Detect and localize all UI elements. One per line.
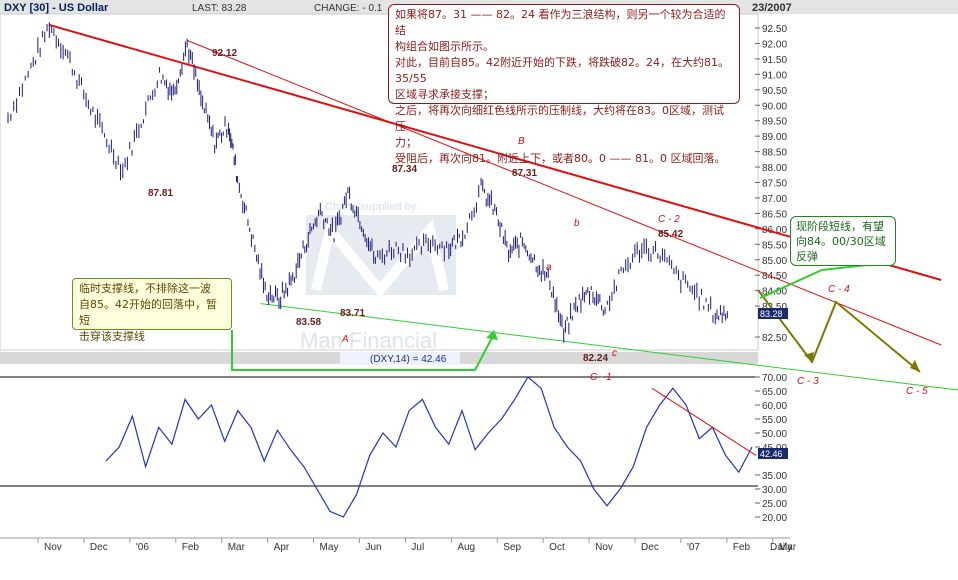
- time-tick-label: Nov: [44, 542, 62, 553]
- price-tick-label: 90.00: [762, 101, 787, 112]
- label-87-81: 87.81: [148, 188, 173, 199]
- time-tick-label: Dec: [641, 542, 659, 553]
- callout-right-line: 现阶段短线，有望: [796, 220, 884, 233]
- price-tick-label: 91.00: [762, 70, 787, 81]
- price-tick-label: 88.50: [762, 148, 787, 159]
- price-tick-label: 85.00: [762, 256, 787, 267]
- callout-support: 临时支撑线，不排除这一波 自85。42开始的回落中，暂短 击穿该支撑线: [72, 278, 232, 343]
- indicator-tick-label: 50.00: [762, 429, 787, 440]
- wave-C4: C - 4: [828, 284, 850, 295]
- time-tick-label: Dec: [90, 542, 108, 553]
- indicator-tick-label: 55.00: [762, 415, 787, 426]
- indicator-tick-label: 60.00: [762, 401, 787, 412]
- price-tick-label: 91.50: [762, 55, 787, 66]
- time-tick-label: Aug: [457, 542, 475, 553]
- wave-A: A: [341, 334, 349, 345]
- price-tick-label: 89.50: [762, 117, 787, 128]
- label-83-71: 83.71: [340, 308, 365, 319]
- label-87-31: 87.31: [512, 168, 537, 179]
- indicator-series: [105, 376, 757, 518]
- price-tick-label: 88.00: [762, 163, 787, 174]
- price-tick-label: 90.50: [762, 86, 787, 97]
- change-value: CHANGE: - 0.1: [314, 3, 383, 14]
- callout-top-line: 之后，将再次向细红色线所示的压制线，大约将在83。0区域，测试压: [395, 104, 724, 133]
- indicator-tick-label: 30.00: [762, 485, 787, 496]
- wave-C3: C - 3: [797, 376, 819, 387]
- time-tick-label: May: [320, 542, 339, 553]
- indicator-last-tag: 42.46: [760, 449, 783, 459]
- price-axis: 92.50 92.00 91.50 91.00 90.50 90.00 89.50 89.00…: [755, 24, 787, 344]
- label-85-42: 85.42: [658, 229, 683, 240]
- callout-rebound: 现阶段短线，有望 向84。00/30区域 反弹: [790, 216, 896, 266]
- dxy-chart: DXY [30] - US Dollar LAST: 83.28 CHANGE:…: [0, 0, 958, 575]
- indicator-label: (DXY,14) = 42.46: [370, 354, 447, 365]
- callout-left-line: 自85。42开始的回落中，暂短: [79, 298, 217, 327]
- price-last-tag: 83.28: [760, 309, 783, 319]
- callout-left-line: 击穿该支撑线: [79, 330, 145, 343]
- callout-top-line: 受阻后，再次向81。附近上下，或者80。0 —— 81。0 区域回落。: [395, 152, 726, 165]
- time-tick-label: Feb: [733, 542, 751, 553]
- time-tick-label: Apr: [274, 542, 290, 553]
- callout-top-line: 对此，目前自85。42附近开始的下跌，将跌破82。24，在大约81。35/55: [395, 56, 729, 85]
- symbol-title: DXY [30] - US Dollar: [4, 2, 109, 14]
- price-tick-label: 92.00: [762, 39, 787, 50]
- watermark-bottom: Man Financial: [300, 328, 437, 353]
- price-tick-label: 84.50: [762, 271, 787, 282]
- callout-top-line: 如果将87。31 —— 82。24 看作为三浪结构，则另一个较为合适的结: [395, 8, 726, 37]
- callout-right-line: 向84。00/30区域: [796, 235, 886, 248]
- time-tick-label: '07: [687, 542, 700, 553]
- indicator-tick-label: 35.00: [762, 471, 787, 482]
- price-tick-label: 92.50: [762, 24, 787, 35]
- indicator-tick-label: 65.00: [762, 387, 787, 398]
- time-tick-label: Daily: [770, 542, 792, 553]
- price-tick-label: 87.50: [762, 179, 787, 190]
- indicator-tick-label: 20.00: [762, 513, 787, 524]
- callout-right-line: 反弹: [796, 250, 818, 263]
- wave-b: b: [574, 218, 580, 229]
- time-tick-label: Mar: [228, 542, 246, 553]
- time-tick-label: Jun: [365, 542, 381, 553]
- projection-arrowhead: [910, 360, 920, 372]
- time-tick-label: Nov: [595, 542, 613, 553]
- time-tick-label: '06: [136, 542, 149, 553]
- callout-analysis: 如果将87。31 —— 82。24 看作为三浪结构，则另一个较为合适的结 构组合…: [388, 4, 740, 165]
- last-value: LAST: 83.28: [192, 3, 247, 14]
- price-tick-label: 85.50: [762, 240, 787, 251]
- indicator-tick-label: 25.00: [762, 499, 787, 510]
- price-tick-label: 87.00: [762, 194, 787, 205]
- indicator-trendline: [651, 387, 757, 456]
- indicator-line: [105, 376, 753, 518]
- callout-top-line: 力；: [395, 136, 417, 149]
- price-tick-label: 86.50: [762, 209, 787, 220]
- wave-a: a: [546, 262, 552, 273]
- label-92-12: 92.12: [212, 48, 237, 59]
- wave-C2: C - 2: [658, 214, 680, 225]
- label-83-58: 83.58: [296, 317, 321, 328]
- wave-C5: C - 5: [906, 386, 928, 397]
- price-tick-label: 89.00: [762, 132, 787, 143]
- time-axis: Nov Dec '06 Feb Mar Apr May Jun Jul Aug Sep Oct Nov D…: [37, 538, 797, 553]
- time-tick-label: Oct: [549, 542, 565, 553]
- wave-c: c: [612, 348, 617, 359]
- callout-left-line: 临时支撑线，不排除这一波: [79, 282, 211, 295]
- price-tick-label: 82.50: [762, 333, 787, 344]
- time-tick-label: Feb: [182, 542, 200, 553]
- time-tick-label: Sep: [503, 542, 521, 553]
- indicator-tick-label: 70.00: [762, 373, 787, 384]
- time-tick-label: Jul: [411, 542, 424, 553]
- label-82-24: 82.24: [583, 353, 608, 364]
- callout-top-line: 区域寻求承接支撑；: [395, 88, 494, 101]
- wave-C1: C - 1: [590, 372, 612, 383]
- date-fragment: 23/2007: [752, 2, 792, 14]
- callout-top-line: 构组合如图示所示。: [395, 40, 494, 53]
